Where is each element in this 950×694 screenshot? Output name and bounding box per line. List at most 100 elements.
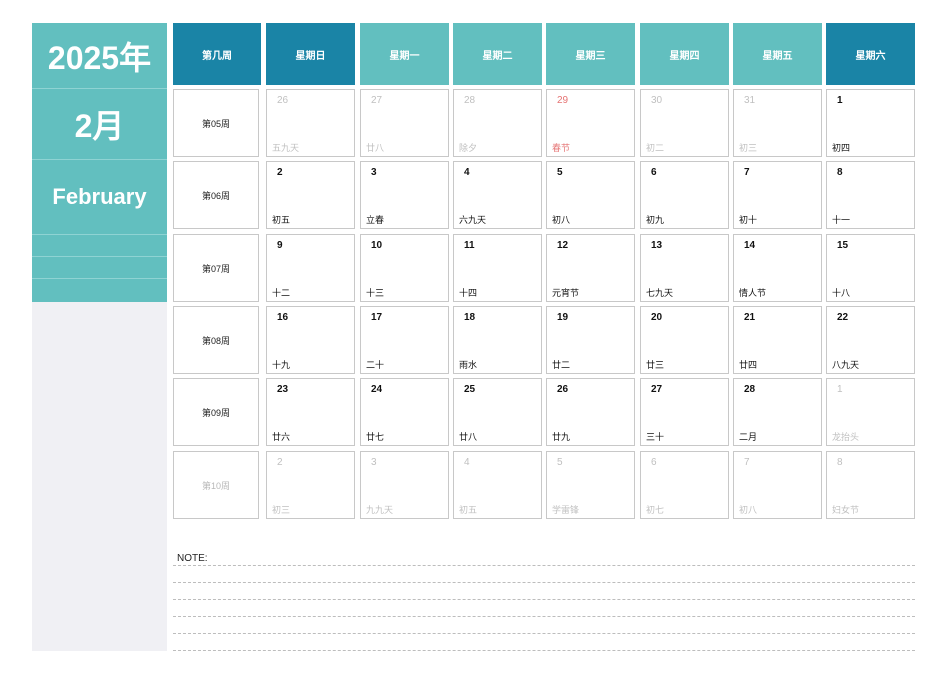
day-cell[interactable]: 21 廿四 bbox=[733, 306, 822, 374]
lunar-label: 五九天 bbox=[272, 143, 300, 153]
lunar-label: 立春 bbox=[366, 215, 385, 225]
day-cell[interactable]: 2 初三 bbox=[266, 451, 355, 519]
lunar-label: 八九天 bbox=[832, 360, 860, 370]
day-number: 25 bbox=[464, 384, 476, 395]
lunar-label: 十九 bbox=[272, 360, 291, 370]
day-cell[interactable]: 4 六九天 bbox=[453, 161, 542, 229]
lunar-label: 情人节 bbox=[739, 288, 767, 298]
week-label: 第06周 bbox=[173, 161, 259, 229]
day-number: 14 bbox=[744, 240, 756, 251]
day-cell[interactable]: 20 廿三 bbox=[640, 306, 729, 374]
day-cell[interactable]: 29 春节 bbox=[546, 89, 635, 157]
day-cell[interactable]: 5 学雷锋 bbox=[546, 451, 635, 519]
day-cell[interactable]: 10 十三 bbox=[360, 234, 449, 302]
note-line[interactable] bbox=[173, 650, 915, 651]
month-en-label: February bbox=[32, 160, 167, 234]
day-cell[interactable]: 23 廿六 bbox=[266, 378, 355, 446]
day-cell[interactable]: 26 五九天 bbox=[266, 89, 355, 157]
day-cell[interactable]: 1 龙抬头 bbox=[826, 378, 915, 446]
day-number: 24 bbox=[371, 384, 383, 395]
lunar-label: 春节 bbox=[552, 143, 571, 153]
day-cell[interactable]: 3 立春 bbox=[360, 161, 449, 229]
lunar-label: 廿七 bbox=[366, 432, 385, 442]
day-number: 2 bbox=[277, 167, 283, 178]
header-weekday: 星期三 bbox=[546, 23, 635, 85]
lunar-label: 十四 bbox=[459, 288, 478, 298]
sidebar: 2025年 2月 February bbox=[32, 23, 167, 651]
day-number: 19 bbox=[557, 312, 569, 323]
lunar-label: 十八 bbox=[832, 288, 851, 298]
day-number: 7 bbox=[744, 457, 750, 468]
day-cell[interactable]: 30 初二 bbox=[640, 89, 729, 157]
lunar-label: 初五 bbox=[272, 215, 291, 225]
week-label: 第10周 bbox=[173, 451, 259, 519]
day-number: 1 bbox=[837, 384, 843, 395]
day-cell[interactable]: 12 元宵节 bbox=[546, 234, 635, 302]
day-number: 6 bbox=[651, 167, 657, 178]
day-cell[interactable]: 9 十二 bbox=[266, 234, 355, 302]
lunar-label: 廿二 bbox=[552, 360, 571, 370]
day-cell[interactable]: 15 十八 bbox=[826, 234, 915, 302]
lunar-label: 除夕 bbox=[459, 143, 478, 153]
note-label: NOTE: bbox=[177, 553, 208, 564]
lunar-label: 初二 bbox=[646, 143, 665, 153]
day-cell[interactable]: 7 初八 bbox=[733, 451, 822, 519]
day-number: 3 bbox=[371, 167, 377, 178]
day-cell[interactable]: 7 初十 bbox=[733, 161, 822, 229]
day-cell[interactable]: 27 廿八 bbox=[360, 89, 449, 157]
day-cell[interactable]: 17 二十 bbox=[360, 306, 449, 374]
lunar-label: 初七 bbox=[646, 505, 665, 515]
day-cell[interactable]: 27 三十 bbox=[640, 378, 729, 446]
day-cell[interactable]: 3 九九天 bbox=[360, 451, 449, 519]
day-number: 2 bbox=[277, 457, 283, 468]
week-label: 第09周 bbox=[173, 378, 259, 446]
lunar-label: 初八 bbox=[552, 215, 571, 225]
day-cell[interactable]: 18 雨水 bbox=[453, 306, 542, 374]
day-number: 28 bbox=[464, 95, 476, 106]
note-line[interactable] bbox=[173, 599, 915, 600]
lunar-label: 初十 bbox=[739, 215, 758, 225]
day-cell[interactable]: 1 初四 bbox=[826, 89, 915, 157]
day-cell[interactable]: 26 廿九 bbox=[546, 378, 635, 446]
lunar-label: 六九天 bbox=[459, 215, 487, 225]
day-cell[interactable]: 11 十四 bbox=[453, 234, 542, 302]
lunar-label: 初三 bbox=[272, 505, 291, 515]
day-cell[interactable]: 5 初八 bbox=[546, 161, 635, 229]
day-cell[interactable]: 19 廿二 bbox=[546, 306, 635, 374]
note-line[interactable] bbox=[173, 582, 915, 583]
day-cell[interactable]: 8 十一 bbox=[826, 161, 915, 229]
day-number: 7 bbox=[744, 167, 750, 178]
day-cell[interactable]: 6 初九 bbox=[640, 161, 729, 229]
day-cell[interactable]: 22 八九天 bbox=[826, 306, 915, 374]
lunar-label: 元宵节 bbox=[552, 288, 580, 298]
note-line[interactable] bbox=[173, 633, 915, 634]
day-cell[interactable]: 4 初五 bbox=[453, 451, 542, 519]
day-cell[interactable]: 14 情人节 bbox=[733, 234, 822, 302]
day-cell[interactable]: 13 七九天 bbox=[640, 234, 729, 302]
day-cell[interactable]: 8 妇女节 bbox=[826, 451, 915, 519]
day-cell[interactable]: 16 十九 bbox=[266, 306, 355, 374]
day-number: 1 bbox=[837, 95, 843, 106]
day-number: 26 bbox=[277, 95, 289, 106]
lunar-label: 廿八 bbox=[459, 432, 478, 442]
day-cell[interactable]: 31 初三 bbox=[733, 89, 822, 157]
day-number: 29 bbox=[557, 95, 569, 106]
day-number: 23 bbox=[277, 384, 289, 395]
day-cell[interactable]: 6 初七 bbox=[640, 451, 729, 519]
day-number: 17 bbox=[371, 312, 383, 323]
header-weekday: 星期日 bbox=[266, 23, 355, 85]
day-number: 13 bbox=[651, 240, 663, 251]
lunar-label: 廿八 bbox=[366, 143, 385, 153]
day-cell[interactable]: 2 初五 bbox=[266, 161, 355, 229]
lunar-label: 初八 bbox=[739, 505, 758, 515]
day-number: 3 bbox=[371, 457, 377, 468]
day-cell[interactable]: 24 廿七 bbox=[360, 378, 449, 446]
note-line[interactable] bbox=[173, 565, 915, 566]
note-line[interactable] bbox=[173, 616, 915, 617]
day-cell[interactable]: 25 廿八 bbox=[453, 378, 542, 446]
day-cell[interactable]: 28 除夕 bbox=[453, 89, 542, 157]
day-cell[interactable]: 28 二月 bbox=[733, 378, 822, 446]
header-weekday: 星期一 bbox=[360, 23, 449, 85]
sidebar-stripe bbox=[32, 279, 167, 302]
day-number: 16 bbox=[277, 312, 289, 323]
